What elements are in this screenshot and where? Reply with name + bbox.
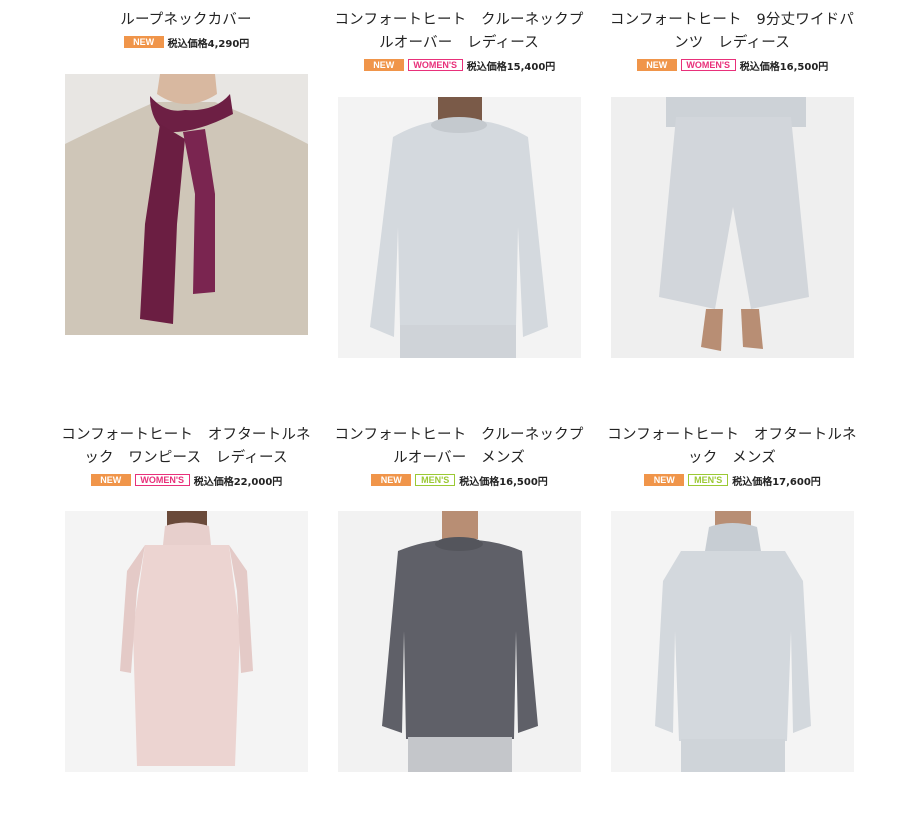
product-price: 税込価格15,400円 [466,61,556,73]
new-badge: NEW [644,474,685,486]
product-tags: NEW WOMEN'S 税込価格15,400円 [338,57,581,73]
product-title[interactable]: コンフォートヒート オフタートルネック ワンピース レディース [61,424,311,470]
new-badge: NEW [371,474,412,486]
product-title[interactable]: ループネックカバー [61,9,311,32]
product-title[interactable]: コンフォートヒート クルーネックプルオーバー メンズ [334,424,584,470]
product-price: 税込価格4,290円 [167,38,250,50]
product-price: 税込価格16,500円 [739,61,829,73]
product-card-wide-pants[interactable]: コンフォートヒート 9分丈ワイドパンツ レディース NEW WOMEN'S 税込… [610,9,854,358]
product-tags: NEW 税込価格4,290円 [65,34,308,50]
womens-badge: WOMEN'S [680,59,736,71]
product-title[interactable]: コンフォートヒート オフタートルネック メンズ [607,424,857,470]
womens-badge: WOMEN'S [134,474,190,486]
new-badge: NEW [363,59,404,71]
product-title[interactable]: コンフォートヒート 9分丈ワイドパンツ レディース [607,9,857,55]
product-tags: NEW WOMEN'S 税込価格22,000円 [65,472,308,488]
product-tags: NEW MEN'S 税込価格16,500円 [338,472,581,488]
product-image[interactable] [65,511,308,772]
womens-badge: WOMEN'S [407,59,463,71]
product-card-turtleneck-dress[interactable]: コンフォートヒート オフタートルネック ワンピース レディース NEW WOME… [61,424,311,772]
product-title[interactable]: コンフォートヒート クルーネックプルオーバー レディース [334,9,584,55]
product-image[interactable] [65,74,308,335]
mens-badge: MEN'S [415,474,456,486]
new-badge: NEW [123,36,164,48]
mens-badge: MEN'S [688,474,729,486]
product-image[interactable] [338,97,581,358]
product-price: 税込価格17,600円 [732,476,821,488]
product-card-crewneck-womens[interactable]: コンフォートヒート クルーネックプルオーバー レディース NEW WOMEN'S… [334,9,583,358]
product-price: 税込価格16,500円 [459,476,548,488]
new-badge: NEW [90,474,131,486]
product-card-crewneck-mens[interactable]: コンフォートヒート クルーネックプルオーバー メンズ NEW MEN'S 税込価… [334,424,583,772]
product-price: 税込価格22,000円 [193,476,283,488]
product-image[interactable] [338,511,581,772]
product-card-turtleneck-mens[interactable]: コンフォートヒート オフタートルネック メンズ NEW MEN'S 税込価格17… [607,424,857,772]
product-card-loop-neck-cover[interactable]: ループネックカバー NEW 税込価格4,290円 [65,9,308,335]
product-tags: NEW WOMEN'S 税込価格16,500円 [611,57,854,73]
product-image[interactable] [611,511,854,772]
new-badge: NEW [636,59,677,71]
product-tags: NEW MEN'S 税込価格17,600円 [611,472,854,488]
product-image[interactable] [611,97,854,358]
